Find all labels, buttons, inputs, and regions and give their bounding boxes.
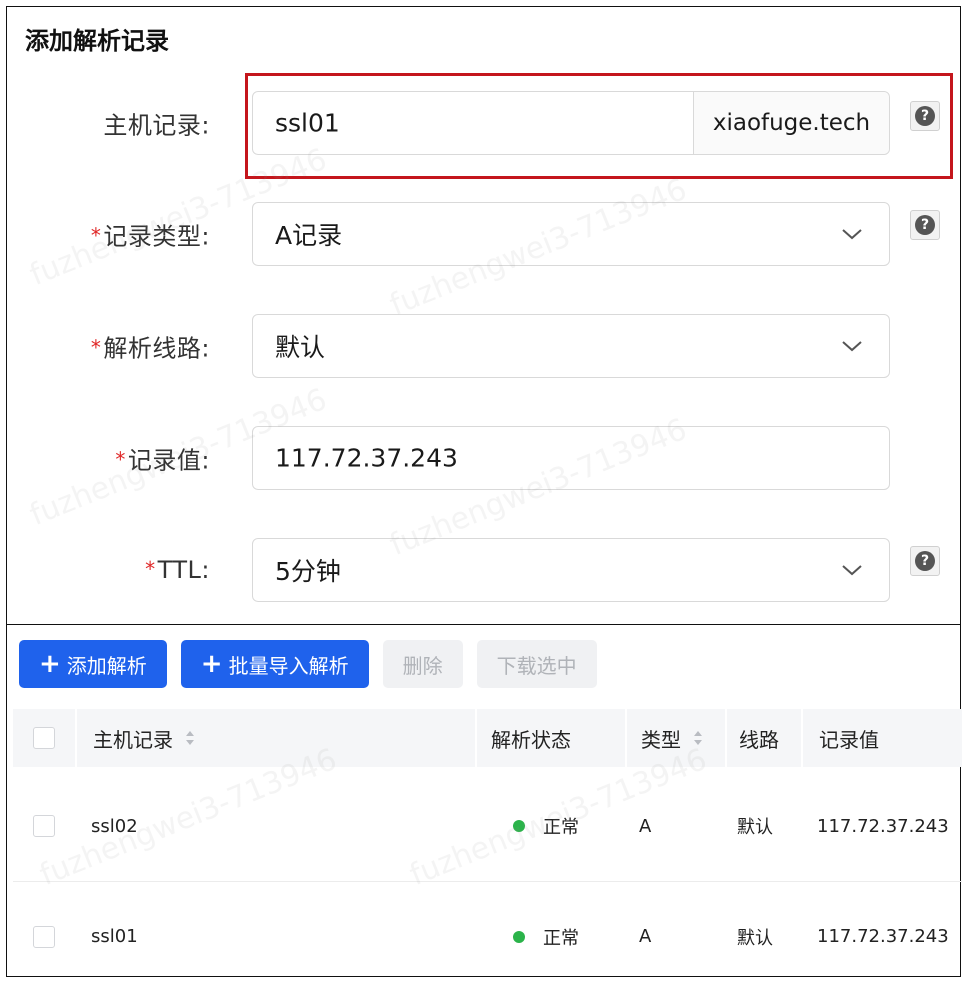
line-value: 默认: [275, 333, 326, 362]
cell-type: A: [639, 815, 652, 837]
help-icon[interactable]: ?: [910, 546, 940, 576]
table-toolbar: + 添加解析 + 批量导入解析 删除 下载选中: [19, 640, 597, 688]
select-all-cell: [13, 709, 75, 767]
record-type-value: A记录: [275, 221, 343, 250]
cell-line: 默认: [737, 927, 773, 949]
ttl-value: 5分钟: [275, 557, 341, 586]
line-row: *解析线路: 默认: [7, 314, 962, 378]
cell-host: ssl01: [91, 926, 138, 947]
line-label: *解析线路:: [90, 334, 210, 363]
ttl-select[interactable]: 5分钟: [252, 538, 890, 602]
chevron-down-icon: [842, 565, 862, 576]
table-header: 主机记录 解析状态 类型 线路 记录值: [13, 709, 962, 767]
row-checkbox[interactable]: [33, 815, 55, 837]
ttl-row: *TTL: 5分钟 ?: [7, 538, 962, 602]
col-status: 解析状态: [475, 709, 625, 767]
table-row: ssl02 正常 A 默认 117.72.37.243: [13, 771, 962, 881]
add-record-form: 添加解析记录 主机记录: ssl01 xiaofuge.tech ? *记录类型…: [6, 6, 961, 624]
select-all-checkbox[interactable]: [33, 727, 55, 749]
required-mark: *: [90, 335, 102, 360]
chevron-down-icon: [842, 341, 862, 352]
col-type[interactable]: 类型: [625, 709, 725, 767]
ttl-label: *TTL:: [145, 556, 210, 584]
record-value-input[interactable]: 117.72.37.243: [252, 426, 890, 490]
required-mark: *: [145, 557, 156, 581]
sort-icon[interactable]: [693, 730, 703, 746]
record-type-label: *记录类型:: [90, 222, 210, 251]
delete-button[interactable]: 删除: [382, 640, 463, 688]
sort-icon[interactable]: [185, 730, 195, 746]
col-value: 记录值: [801, 709, 962, 767]
help-icon[interactable]: ?: [910, 210, 940, 240]
row-checkbox[interactable]: [33, 925, 55, 948]
dns-record-screen: 添加解析记录 主机记录: ssl01 xiaofuge.tech ? *记录类型…: [0, 0, 966, 982]
cell-host: ssl02: [91, 815, 138, 837]
download-selected-button[interactable]: 下载选中: [476, 640, 597, 688]
host-record-label: 主机记录:: [103, 111, 210, 140]
cell-type: A: [639, 926, 652, 947]
record-type-select[interactable]: A记录: [252, 202, 890, 266]
add-record-button[interactable]: + 添加解析: [19, 640, 167, 688]
required-mark: *: [115, 447, 126, 472]
col-host[interactable]: 主机记录: [75, 709, 475, 767]
records-table-panel: + 添加解析 + 批量导入解析 删除 下载选中 主机记录 解析状态 类型 线路 …: [6, 624, 962, 977]
status-dot-icon: [513, 820, 525, 832]
status-dot-icon: [513, 930, 525, 943]
cell-line: 默认: [737, 817, 773, 838]
plus-icon: +: [39, 649, 61, 679]
cell-value: 117.72.37.243: [817, 926, 949, 947]
record-value-label: *记录值:: [115, 446, 210, 475]
cell-status: 正常: [475, 771, 625, 881]
plus-icon: +: [200, 649, 223, 679]
required-mark: *: [90, 223, 102, 248]
record-type-row: *记录类型: A记录 ?: [7, 202, 962, 266]
line-select[interactable]: 默认: [252, 314, 890, 378]
bulk-import-button[interactable]: + 批量导入解析: [180, 640, 369, 688]
record-value-row: *记录值: 117.72.37.243: [7, 426, 962, 490]
record-value-text: 117.72.37.243: [275, 443, 458, 473]
col-line: 线路: [725, 709, 801, 767]
chevron-down-icon: [842, 229, 862, 240]
cell-status: 正常: [475, 882, 625, 982]
cell-value: 117.72.37.243: [817, 815, 949, 837]
form-title: 添加解析记录: [25, 27, 169, 55]
table-row: ssl01 正常 A 默认 117.72.37.243: [13, 881, 962, 982]
host-record-highlight: [245, 73, 953, 179]
